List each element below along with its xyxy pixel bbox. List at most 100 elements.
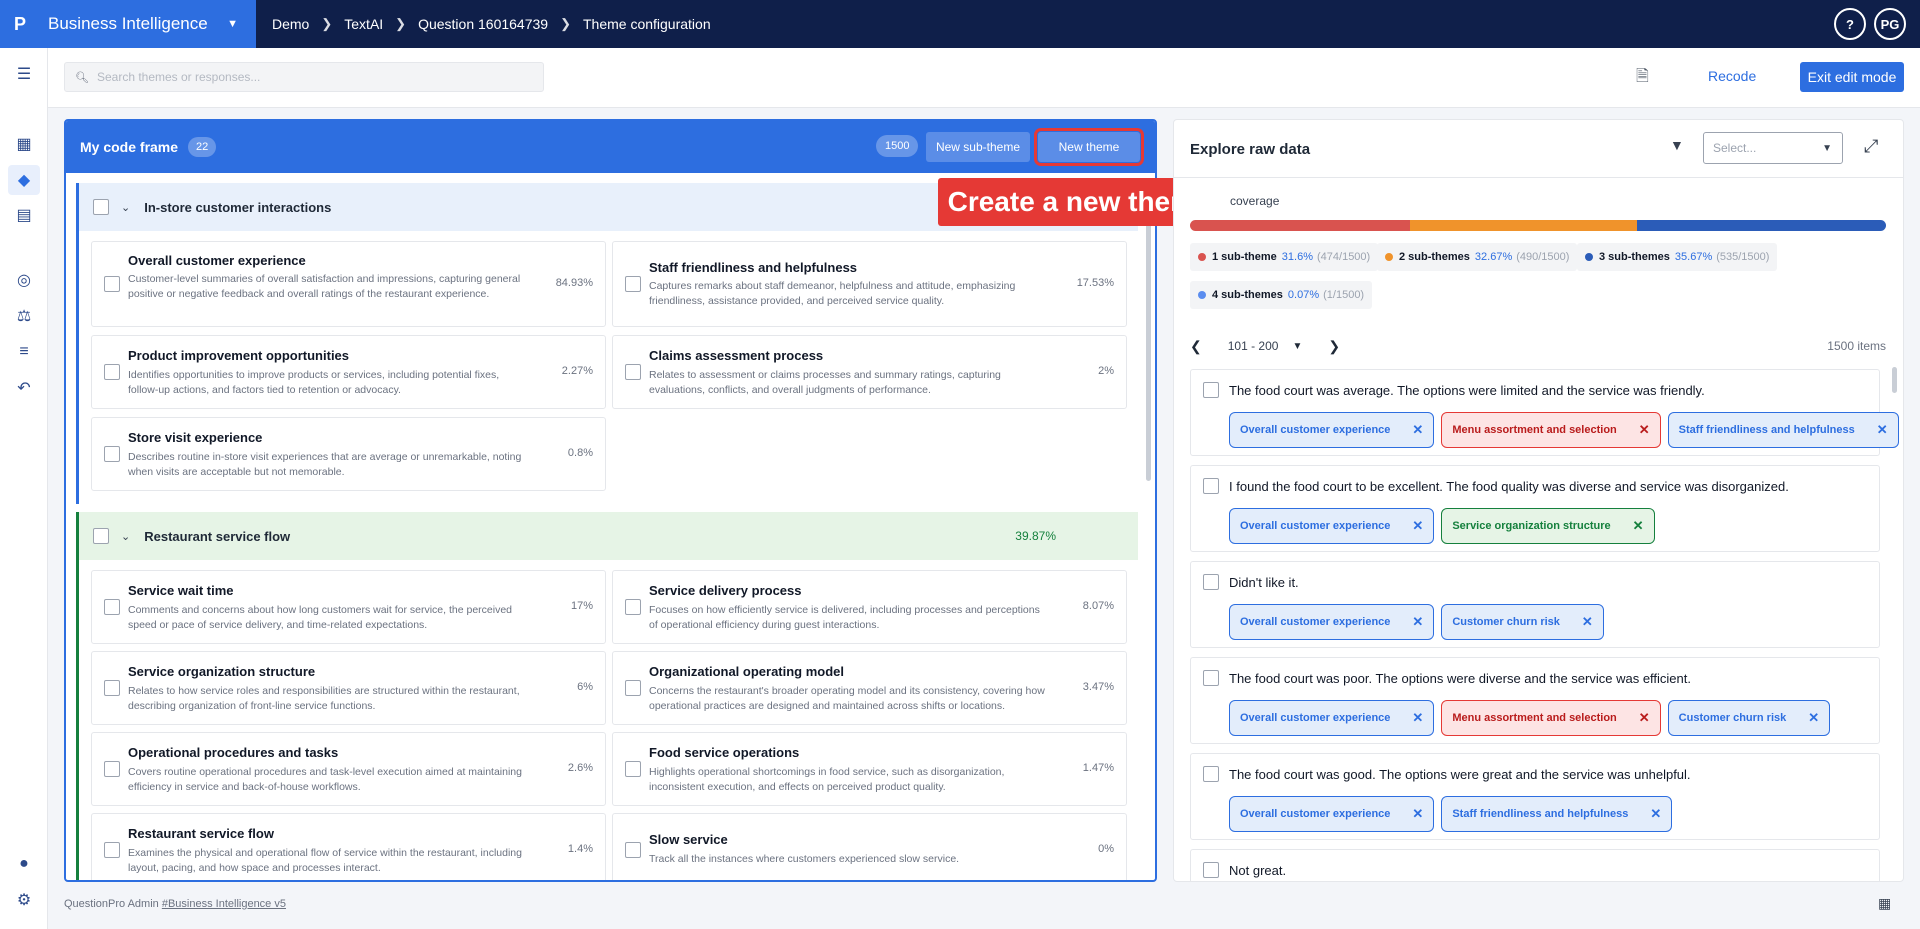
theme-card[interactable]: Organizational operating model Concerns … — [612, 651, 1127, 725]
close-icon[interactable]: ✕ — [1633, 518, 1644, 534]
search-input[interactable] — [96, 70, 517, 84]
chevron-down-icon[interactable]: ⌄ — [121, 201, 130, 214]
close-icon[interactable]: ✕ — [1412, 806, 1423, 822]
section-checkbox[interactable] — [93, 528, 109, 544]
scrollbar[interactable] — [1892, 367, 1897, 393]
card-checkbox[interactable] — [625, 364, 641, 380]
page-range[interactable]: 101 - 200 — [1228, 339, 1279, 353]
legend-item[interactable]: 3 sub-themes 35.67% (535/1500) — [1577, 243, 1778, 271]
theme-tag[interactable]: Overall customer experience ✕ — [1229, 700, 1435, 736]
new-theme-button[interactable]: New theme — [1034, 128, 1144, 166]
response-row[interactable]: The food court was average. The options … — [1190, 369, 1899, 456]
theme-tag[interactable]: Staff friendliness and helpfulness ✕ — [1441, 796, 1673, 832]
legend-item[interactable]: 2 sub-themes 32.67% (490/1500) — [1377, 243, 1578, 271]
card-checkbox[interactable] — [104, 680, 120, 696]
theme-tag[interactable]: Overall customer experience ✕ — [1229, 412, 1435, 448]
gear-icon[interactable]: ⚙ — [14, 890, 34, 910]
report-icon[interactable]: ▤ — [14, 205, 34, 225]
card-checkbox[interactable] — [625, 276, 641, 292]
theme-tag[interactable]: Customer churn risk ✕ — [1667, 700, 1831, 736]
theme-tag[interactable]: Menu assortment and selection ✕ — [1441, 700, 1661, 736]
card-checkbox[interactable] — [104, 599, 120, 615]
card-checkbox[interactable] — [104, 842, 120, 858]
theme-card[interactable]: Store visit experience Describes routine… — [91, 417, 606, 491]
response-row[interactable]: I found the food court to be excellent. … — [1190, 465, 1880, 552]
analytics-icon[interactable]: ◎ — [14, 270, 34, 290]
card-checkbox[interactable] — [104, 364, 120, 380]
scrollbar[interactable] — [1146, 181, 1151, 481]
chevron-down-icon[interactable]: ⌄ — [121, 530, 130, 543]
caret-down-icon[interactable]: ▼ — [1292, 341, 1302, 352]
theme-tag[interactable]: Overall customer experience ✕ — [1229, 508, 1435, 544]
legend-item[interactable]: 1 sub-theme 31.6% (474/1500) — [1190, 243, 1379, 271]
theme-card[interactable]: Operational procedures and tasks Covers … — [91, 732, 606, 806]
section-checkbox[interactable] — [93, 199, 109, 215]
theme-tag[interactable]: Overall customer experience ✕ — [1229, 604, 1435, 640]
text-ai-icon[interactable]: ◆ — [8, 165, 40, 195]
close-icon[interactable]: ✕ — [1650, 806, 1661, 822]
chevron-left-icon[interactable]: ❮ — [1190, 338, 1202, 355]
breadcrumb-item[interactable]: Demo — [272, 16, 309, 32]
expand-icon[interactable]: ⤢ — [1864, 136, 1878, 157]
theme-tag[interactable]: Service organization structure ✕ — [1441, 508, 1655, 544]
close-icon[interactable]: ✕ — [1412, 422, 1423, 438]
theme-card[interactable]: Restaurant service flow Examines the phy… — [91, 813, 606, 880]
document-icon[interactable]: 🗎 — [1636, 65, 1649, 92]
dashboard-icon[interactable]: ▦ — [14, 134, 34, 154]
help-button[interactable]: ? — [1834, 8, 1866, 40]
response-checkbox[interactable] — [1203, 670, 1219, 686]
close-icon[interactable]: ✕ — [1639, 422, 1650, 438]
theme-card[interactable]: Overall customer experience Customer-lev… — [91, 241, 606, 327]
calculator-icon[interactable]: ▦ — [1878, 895, 1891, 912]
close-icon[interactable]: ✕ — [1412, 518, 1423, 534]
close-icon[interactable]: ✕ — [1639, 710, 1650, 726]
response-checkbox[interactable] — [1203, 382, 1219, 398]
theme-card[interactable]: Staff friendliness and helpfulness Captu… — [612, 241, 1127, 327]
user-avatar[interactable]: PG — [1874, 8, 1906, 40]
response-row[interactable]: Not great. — [1190, 849, 1880, 881]
response-row[interactable]: The food court was poor. The options wer… — [1190, 657, 1880, 744]
section-header[interactable]: ⌄ Restaurant service flow 39.87% — [79, 512, 1138, 560]
filter-select[interactable]: Select... ▼ — [1703, 132, 1843, 164]
response-checkbox[interactable] — [1203, 862, 1219, 878]
theme-tag[interactable]: Customer churn risk ✕ — [1441, 604, 1604, 640]
scale-icon[interactable]: ⚖ — [14, 306, 34, 326]
theme-card[interactable]: Product improvement opportunities Identi… — [91, 335, 606, 409]
list-icon[interactable]: ≡ — [14, 342, 34, 362]
breadcrumb-item[interactable]: Question 160164739 — [418, 16, 548, 32]
card-checkbox[interactable] — [625, 761, 641, 777]
user-settings-icon[interactable]: ● — [14, 854, 34, 874]
theme-card[interactable]: Claims assessment process Relates to ass… — [612, 335, 1127, 409]
breadcrumb-item[interactable]: TextAI — [344, 16, 383, 32]
card-checkbox[interactable] — [625, 599, 641, 615]
response-row[interactable]: Didn't like it. Overall customer experie… — [1190, 561, 1880, 648]
card-checkbox[interactable] — [625, 842, 641, 858]
card-checkbox[interactable] — [104, 446, 120, 462]
response-checkbox[interactable] — [1203, 574, 1219, 590]
close-icon[interactable]: ✕ — [1412, 710, 1423, 726]
new-sub-theme-button[interactable]: New sub-theme — [926, 132, 1030, 162]
close-icon[interactable]: ✕ — [1412, 614, 1423, 630]
legend-item[interactable]: 4 sub-themes 0.07% (1/1500) — [1190, 281, 1373, 309]
theme-card[interactable]: Service delivery process Focuses on how … — [612, 570, 1127, 644]
menu-icon[interactable]: ☰ — [14, 64, 34, 84]
footer-link[interactable]: #Business Intelligence v5 — [162, 898, 286, 910]
theme-card[interactable]: Service wait time Comments and concerns … — [91, 570, 606, 644]
back-icon[interactable]: ↶ — [14, 378, 34, 398]
recode-button[interactable]: Recode — [1708, 68, 1756, 84]
card-checkbox[interactable] — [104, 276, 120, 292]
close-icon[interactable]: ✕ — [1582, 614, 1593, 630]
card-checkbox[interactable] — [625, 680, 641, 696]
theme-card[interactable]: Food service operations Highlights opera… — [612, 732, 1127, 806]
theme-tag[interactable]: Overall customer experience ✕ — [1229, 796, 1435, 832]
close-icon[interactable]: ✕ — [1877, 422, 1888, 438]
exit-edit-mode-button[interactable]: Exit edit mode — [1800, 62, 1904, 92]
response-checkbox[interactable] — [1203, 478, 1219, 494]
chevron-right-icon[interactable]: ❯ — [1328, 338, 1340, 355]
card-checkbox[interactable] — [104, 761, 120, 777]
theme-tag[interactable]: Staff friendliness and helpfulness ✕ — [1667, 412, 1899, 448]
response-row[interactable]: The food court was good. The options wer… — [1190, 753, 1880, 840]
close-icon[interactable]: ✕ — [1808, 710, 1819, 726]
theme-tag[interactable]: Menu assortment and selection ✕ — [1441, 412, 1661, 448]
theme-card[interactable]: Service organization structure Relates t… — [91, 651, 606, 725]
